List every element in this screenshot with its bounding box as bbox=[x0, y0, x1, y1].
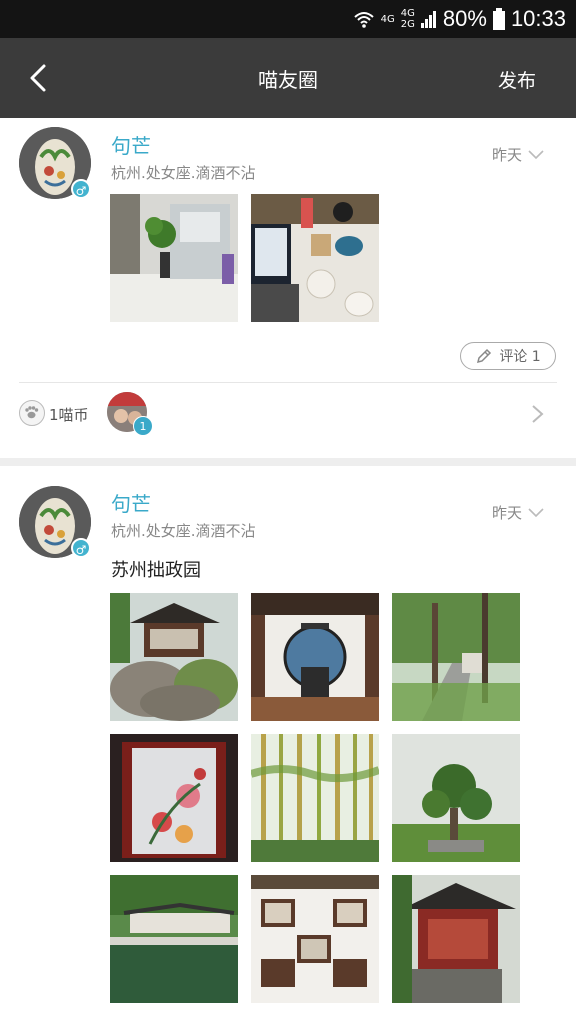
post-separator bbox=[0, 458, 576, 466]
photo-thumbnail[interactable] bbox=[392, 593, 520, 721]
moon-gate-hall-photo bbox=[251, 593, 379, 721]
network-type-2: 4G 2G bbox=[400, 8, 415, 30]
paw-coin-icon bbox=[19, 400, 45, 426]
clock: 10:33 bbox=[510, 6, 566, 31]
signal-icon bbox=[420, 11, 436, 28]
battery-percent: 80% bbox=[442, 6, 487, 31]
painting-exhibit-photo bbox=[251, 875, 379, 1003]
pencil-icon bbox=[477, 348, 492, 364]
peony-screen-photo bbox=[110, 734, 238, 862]
post-time[interactable]: 昨天 bbox=[492, 502, 544, 523]
feed-post: ♂ 句芒 杭州.处女座.滴酒不沾 昨天 评论 1 1喵币 1 bbox=[0, 118, 576, 458]
publish-button[interactable]: 发布 bbox=[498, 66, 536, 93]
photo-thumbnail[interactable] bbox=[110, 593, 238, 721]
office-plant-photo bbox=[110, 194, 238, 322]
post-time[interactable]: 昨天 bbox=[492, 144, 544, 165]
photo-thumbnail[interactable] bbox=[110, 194, 238, 322]
bonsai-tree-photo bbox=[392, 734, 520, 862]
pond-corridor-photo bbox=[110, 875, 238, 1003]
red-pavilion-photo bbox=[392, 875, 520, 1003]
reward-count-badge: 1 bbox=[133, 416, 153, 436]
page-title: 喵友圈 bbox=[258, 68, 318, 92]
network-type-1: 4G bbox=[380, 13, 395, 25]
photo-grid bbox=[110, 593, 520, 1003]
post-text: 苏州拙政园 bbox=[111, 560, 201, 581]
chevron-right-icon bbox=[532, 405, 544, 423]
comment-label: 评论 1 bbox=[499, 349, 541, 365]
status-indicators: 4G 4G 2G 80% 10:33 bbox=[353, 6, 566, 32]
photo-grid bbox=[110, 194, 379, 322]
photo-thumbnail[interactable] bbox=[251, 875, 379, 1003]
photo-thumbnail[interactable] bbox=[251, 734, 379, 862]
gender-male-icon: ♂ bbox=[71, 538, 91, 558]
chevron-down-icon bbox=[528, 149, 544, 159]
photo-thumbnail[interactable] bbox=[392, 875, 520, 1003]
pavilion-rockery-photo bbox=[110, 593, 238, 721]
user-bio: 杭州.处女座.滴酒不沾 bbox=[111, 164, 256, 182]
username[interactable]: 句芒 bbox=[111, 488, 151, 517]
divider bbox=[19, 382, 557, 383]
desk-laptop-photo bbox=[251, 194, 379, 322]
photo-thumbnail[interactable] bbox=[251, 593, 379, 721]
status-bar: 4G 4G 2G 80% 10:33 bbox=[0, 0, 576, 38]
photo-thumbnail[interactable] bbox=[251, 194, 379, 322]
photo-thumbnail[interactable] bbox=[110, 875, 238, 1003]
user-bio: 杭州.处女座.滴酒不沾 bbox=[111, 522, 256, 540]
photo-thumbnail[interactable] bbox=[110, 734, 238, 862]
chevron-down-icon bbox=[528, 507, 544, 517]
username[interactable]: 句芒 bbox=[111, 130, 151, 159]
feed-post: ♂ 句芒 杭州.处女座.滴酒不沾 昨天 苏州拙政园 bbox=[0, 466, 576, 1028]
feed-list: ♂ 句芒 杭州.处女座.滴酒不沾 昨天 评论 1 1喵币 1 ♂ 句芒 杭州.处… bbox=[0, 118, 576, 1028]
wifi-icon bbox=[353, 12, 374, 28]
gender-male-icon: ♂ bbox=[71, 179, 91, 199]
bamboo-grove-photo bbox=[251, 734, 379, 862]
reward-coins: 1喵币 bbox=[49, 406, 89, 424]
battery-icon bbox=[492, 8, 505, 30]
comment-button[interactable]: 评论 1 bbox=[460, 342, 556, 370]
reward-row[interactable]: 1喵币 1 bbox=[19, 390, 557, 438]
nav-bar: 喵友圈 发布 bbox=[0, 38, 576, 118]
garden-path-photo bbox=[392, 593, 520, 721]
photo-thumbnail[interactable] bbox=[392, 734, 520, 862]
